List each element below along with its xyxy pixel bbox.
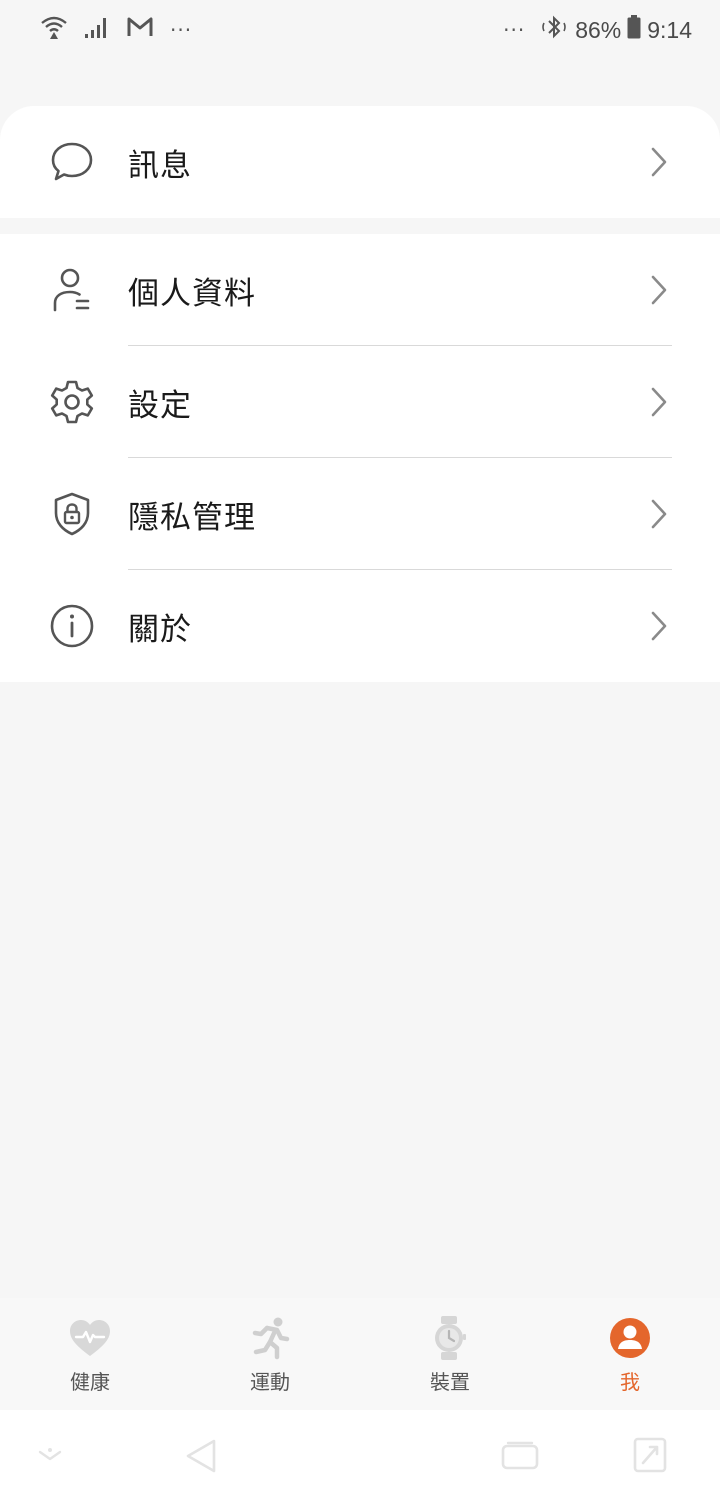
chevron-right-icon xyxy=(648,386,670,418)
chevron-right-icon xyxy=(648,610,670,642)
running-icon xyxy=(248,1316,292,1360)
info-icon xyxy=(48,602,96,650)
tab-exercise[interactable]: 運動 xyxy=(180,1298,360,1410)
tab-label: 健康 xyxy=(70,1370,110,1394)
status-left: ··· xyxy=(40,14,192,46)
gear-icon xyxy=(48,378,96,426)
tab-me[interactable]: 我 xyxy=(540,1298,720,1410)
tab-health[interactable]: 健康 xyxy=(0,1298,180,1410)
bluetooth-icon xyxy=(539,14,569,46)
wifi-icon xyxy=(40,14,68,46)
menu-item-label: 隱私管理 xyxy=(128,499,256,536)
watch-icon xyxy=(428,1316,472,1360)
menu-item-label: 個人資料 xyxy=(128,275,256,312)
tab-label: 我 xyxy=(620,1370,640,1394)
back-icon[interactable] xyxy=(184,1438,218,1478)
menu-item-privacy[interactable]: 隱私管理 xyxy=(0,458,720,570)
system-navigation-bar xyxy=(0,1410,720,1497)
tab-device[interactable]: 裝置 xyxy=(360,1298,540,1410)
status-more-right: ··· xyxy=(503,18,526,42)
menu-item-profile[interactable]: 個人資料 xyxy=(0,234,720,346)
settings-list-card: 個人資料 設定 隱私管理 關於 xyxy=(0,234,720,682)
chevron-right-icon xyxy=(648,498,670,530)
messages-card: 訊息 xyxy=(0,106,720,218)
menu-item-label: 關於 xyxy=(128,611,192,648)
shield-lock-icon xyxy=(48,490,96,538)
chevron-right-icon xyxy=(648,146,670,178)
menu-item-label: 訊息 xyxy=(128,147,192,184)
status-bar: ··· ··· 86% 9:14 xyxy=(0,0,720,60)
menu-item-settings[interactable]: 設定 xyxy=(0,346,720,458)
menu-item-label: 設定 xyxy=(128,387,192,424)
gmail-icon xyxy=(126,16,154,44)
status-more-left: ··· xyxy=(170,18,193,42)
heart-pulse-icon xyxy=(68,1316,112,1360)
bottom-tab-bar: 健康 運動 裝置 我 xyxy=(0,1298,720,1410)
menu-item-messages[interactable]: 訊息 xyxy=(0,106,720,218)
menu-item-about[interactable]: 關於 xyxy=(0,570,720,682)
person-icon xyxy=(608,1316,652,1360)
chevron-right-icon xyxy=(648,274,670,306)
tab-label: 裝置 xyxy=(430,1370,470,1394)
clock: 9:14 xyxy=(647,16,692,43)
tab-label: 運動 xyxy=(250,1370,290,1394)
message-icon xyxy=(48,138,96,186)
recent-apps-icon[interactable] xyxy=(500,1440,540,1476)
hide-nav-icon[interactable] xyxy=(36,1446,64,1470)
battery-percent: 86% xyxy=(575,16,622,43)
status-right: ··· 86% 9:14 xyxy=(503,14,692,46)
rotate-screen-icon[interactable] xyxy=(632,1436,668,1478)
signal-icon xyxy=(84,15,110,45)
battery-icon xyxy=(627,15,641,45)
profile-icon xyxy=(48,266,96,314)
